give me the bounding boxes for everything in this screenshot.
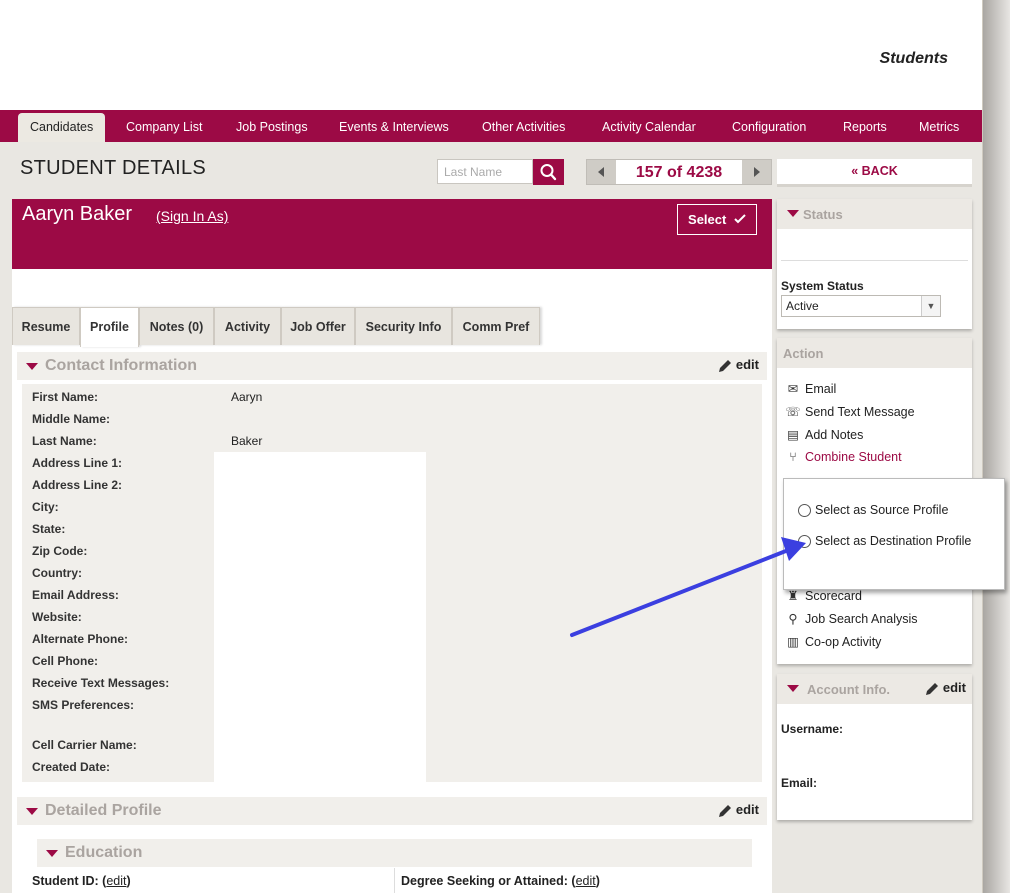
annotation-arrow [570, 537, 806, 637]
